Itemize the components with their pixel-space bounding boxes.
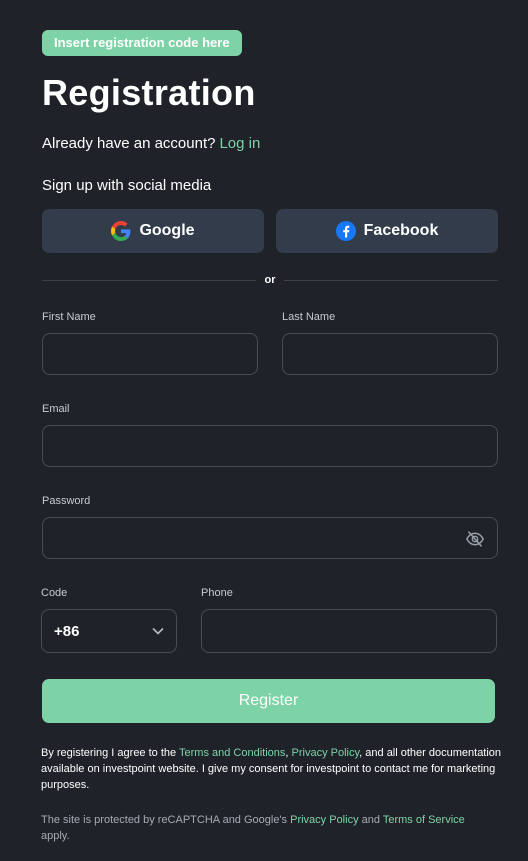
register-button[interactable]: Register [42, 679, 495, 723]
registration-code-button[interactable]: Insert registration code here [42, 30, 242, 56]
recaptcha-text-part2: apply. [41, 830, 70, 842]
consent-text-part1: By registering I agree to the [41, 747, 179, 759]
page-title: Registration [42, 72, 256, 113]
phone-field-wrapper [201, 609, 497, 653]
last-name-label: Last Name [282, 311, 336, 323]
recaptcha-notice: The site is protected by reCAPTCHA and G… [41, 812, 481, 844]
last-name-input[interactable] [283, 334, 497, 374]
phone-label: Phone [201, 587, 233, 599]
last-name-field-wrapper [282, 333, 498, 375]
consent-text: By registering I agree to the Terms and … [41, 745, 503, 793]
social-signup-label: Sign up with social media [42, 177, 212, 194]
google-icon [111, 221, 131, 241]
account-prompt-text: Already have an account? [42, 135, 216, 152]
phone-input[interactable] [202, 610, 496, 652]
facebook-signup-button[interactable]: Facebook [276, 209, 498, 253]
recaptcha-and-text: and [358, 814, 383, 826]
facebook-label: Facebook [363, 222, 439, 239]
email-input[interactable] [43, 426, 497, 466]
code-label: Code [41, 587, 68, 599]
google-terms-of-service-link[interactable]: Terms of Service [383, 814, 465, 826]
recaptcha-text-part1: The site is protected by reCAPTCHA and G… [41, 814, 291, 826]
password-input[interactable] [43, 518, 497, 558]
divider-right [284, 280, 498, 281]
terms-conditions-link[interactable]: Terms and Conditions [179, 747, 285, 759]
password-field-wrapper [42, 517, 498, 559]
google-label: Google [139, 222, 195, 239]
email-field-wrapper [42, 425, 498, 467]
first-name-label: First Name [42, 311, 96, 323]
facebook-icon [335, 221, 356, 241]
account-prompt: Already have an account? Log in [42, 135, 260, 152]
privacy-policy-link[interactable]: Privacy Policy [292, 747, 360, 759]
email-label: Email [42, 403, 70, 415]
login-link[interactable]: Log in [219, 135, 260, 152]
chevron-down-icon [152, 627, 164, 635]
divider-or-text: or [264, 274, 276, 286]
hide-password-icon[interactable] [465, 530, 485, 548]
country-code-select[interactable]: +86 [41, 609, 177, 653]
divider-left [42, 280, 256, 281]
google-privacy-policy-link[interactable]: Privacy Policy [290, 814, 358, 826]
first-name-input[interactable] [43, 334, 257, 374]
country-code-value: +86 [54, 622, 80, 640]
registration-page: Insert registration code here Registrati… [0, 0, 528, 861]
first-name-field-wrapper [42, 333, 258, 375]
google-signup-button[interactable]: Google [42, 209, 264, 253]
password-label: Password [42, 495, 91, 507]
